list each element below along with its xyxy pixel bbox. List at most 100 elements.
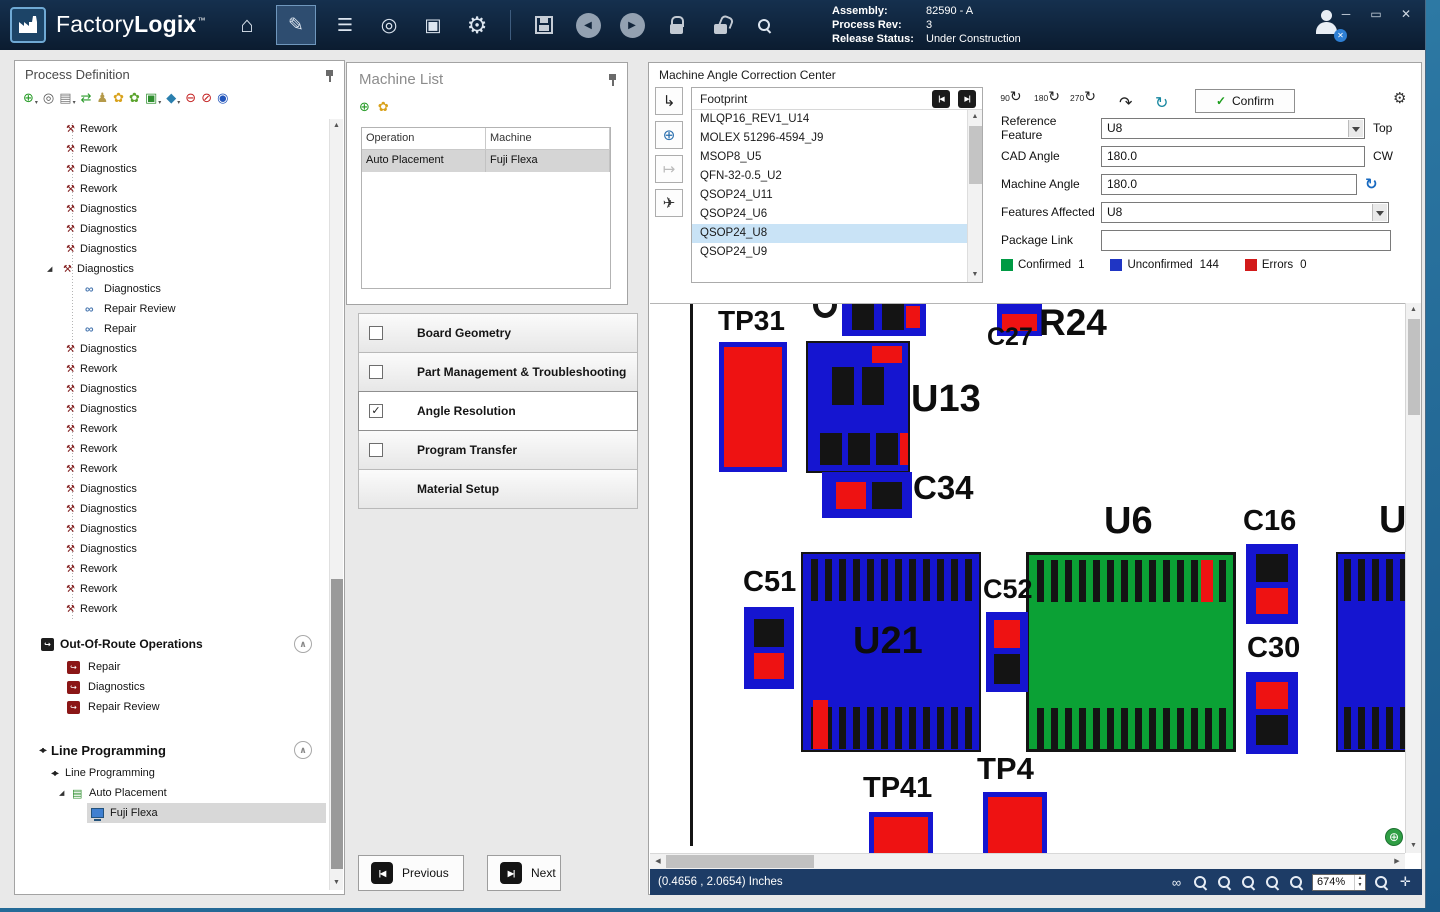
user-icon[interactable]: ♟ xyxy=(96,90,108,106)
tree-item-rework[interactable]: ⚒Rework xyxy=(19,559,326,579)
process-scrollbar[interactable]: ▲ ▼ xyxy=(329,119,343,890)
features-affected-select[interactable]: U8 xyxy=(1101,202,1389,223)
tree-item-diagnostics[interactable]: ⚒Diagnostics xyxy=(19,399,326,419)
tree-item-auto-placement[interactable]: ◢▤Auto Placement xyxy=(19,783,326,803)
first-footprint-button[interactable]: |◀ xyxy=(932,90,950,108)
documents-icon[interactable]: ▣ xyxy=(418,7,448,43)
refresh-icon[interactable]: ↻ xyxy=(1365,175,1378,193)
scroll-up-icon[interactable]: ▲ xyxy=(330,119,343,133)
tree-item-diagnostics[interactable]: ↪Diagnostics xyxy=(19,677,326,697)
step-material-setup[interactable]: Material Setup xyxy=(358,469,638,509)
machine-settings-icon[interactable]: ✿ xyxy=(378,99,389,115)
minimize-button[interactable]: ─ xyxy=(1331,2,1361,26)
reference-feature-select[interactable]: U8 xyxy=(1101,118,1365,139)
checkbox[interactable]: ✓ xyxy=(369,404,383,418)
tree-item-diagnostics[interactable]: ⚒Diagnostics xyxy=(19,199,326,219)
tree-item-repair[interactable]: ↪Repair xyxy=(19,657,326,677)
tree-item-repair-review[interactable]: ∞Repair Review xyxy=(19,299,326,319)
home-icon[interactable]: ⌂ xyxy=(232,7,262,43)
save-icon[interactable] xyxy=(529,7,559,43)
scroll-thumb[interactable] xyxy=(666,855,814,868)
step-part-management-troubleshooting[interactable]: Part Management & Troubleshooting xyxy=(358,352,638,392)
footprint-item[interactable]: MLQP16_REV1_U14 xyxy=(692,110,967,129)
scroll-thumb[interactable] xyxy=(331,579,343,869)
tree-item-diagnostics[interactable]: ⚒Diagnostics xyxy=(19,159,326,179)
close-button[interactable]: ✕ xyxy=(1391,2,1421,26)
zoom-previous-icon[interactable] xyxy=(1264,874,1281,891)
tree-item-rework[interactable]: ⚒Rework xyxy=(19,459,326,479)
inspect-icon[interactable] xyxy=(749,7,779,43)
tree-item-diagnostics[interactable]: ⚒Diagnostics xyxy=(19,479,326,499)
move-selection-icon[interactable]: ↦ xyxy=(655,155,683,183)
remove-icon[interactable]: ⊖ xyxy=(185,90,196,106)
zoom-selection-icon[interactable]: ⊕ xyxy=(655,121,683,149)
pan-icon[interactable]: ✛ xyxy=(1397,874,1414,891)
tree-item-diagnostics[interactable]: ⚒Diagnostics xyxy=(19,379,326,399)
maximize-button[interactable]: ▭ xyxy=(1361,2,1391,26)
tree-item-diagnostics[interactable]: ⚒Diagnostics xyxy=(19,539,326,559)
sync-icon[interactable]: ⇄ xyxy=(81,90,92,106)
table-row[interactable]: Auto PlacementFuji Flexa xyxy=(362,150,610,172)
previous-button[interactable]: |◀ Previous xyxy=(358,855,464,891)
tree-item-line-programming[interactable]: ◂▸Line Programming xyxy=(19,763,326,783)
undo-icon[interactable]: ◀ xyxy=(573,7,603,43)
tree-item-diagnostics[interactable]: ⚒Diagnostics xyxy=(19,219,326,239)
canvas-vertical-scrollbar[interactable]: ▲ ▼ xyxy=(1405,303,1421,853)
tree-item-rework[interactable]: ⚒Rework xyxy=(19,139,326,159)
footprint-item[interactable]: QSOP24_U9 xyxy=(692,243,967,262)
add-operation-icon[interactable]: ⊕▾ xyxy=(23,90,38,106)
scroll-thumb[interactable] xyxy=(969,126,982,184)
copy-icon[interactable]: ▣▾ xyxy=(145,90,161,106)
scroll-down-icon[interactable]: ▼ xyxy=(330,876,343,890)
tree-item-rework[interactable]: ⚒Rework xyxy=(19,599,326,619)
tree-item-repair-review[interactable]: ↪Repair Review xyxy=(19,697,326,717)
auto-rotate-icon[interactable]: ↻ xyxy=(1155,93,1168,113)
zoom-up-icon[interactable]: ▲ xyxy=(1355,875,1365,883)
tree-item-rework[interactable]: ⚒Rework xyxy=(19,579,326,599)
step-angle-resolution[interactable]: ✓Angle Resolution xyxy=(358,391,638,431)
link-route-icon[interactable]: ◎ xyxy=(43,90,54,106)
lock-icon[interactable] xyxy=(661,7,691,43)
tree-item-rework[interactable]: ⚒Rework xyxy=(19,419,326,439)
checkbox[interactable] xyxy=(369,326,383,340)
collapse-section-button[interactable]: ∧ xyxy=(294,635,312,653)
scroll-down-icon[interactable]: ▼ xyxy=(968,268,982,282)
expander-icon[interactable]: ◢ xyxy=(47,265,60,273)
last-footprint-button[interactable]: ▶| xyxy=(958,90,976,108)
pin-icon[interactable] xyxy=(608,73,617,87)
scroll-up-icon[interactable]: ▲ xyxy=(968,110,982,124)
footprint-scrollbar[interactable]: ▲ ▼ xyxy=(967,110,982,282)
machine-angle-input[interactable]: 180.0 xyxy=(1101,174,1357,195)
zoom-in-icon[interactable] xyxy=(1373,874,1390,891)
add-machine-icon[interactable]: ⊕ xyxy=(359,99,370,115)
tree-item-rework[interactable]: ⚒Rework xyxy=(19,119,326,139)
measure-link-icon[interactable]: ∞ xyxy=(1168,874,1185,891)
settings-gear-icon[interactable]: ⚙ xyxy=(462,7,492,43)
unlock-icon[interactable] xyxy=(705,7,735,43)
layer-globe-button[interactable]: ⊕ xyxy=(1385,828,1403,846)
rotate-arbitrary-icon[interactable]: ↷ xyxy=(1119,93,1132,113)
expander-icon[interactable]: ◢ xyxy=(59,789,72,797)
collapse-section-button[interactable]: ∧ xyxy=(294,741,312,759)
checkbox[interactable] xyxy=(369,365,383,379)
activity-flower-icon[interactable]: ✿ xyxy=(129,90,140,106)
scroll-down-icon[interactable]: ▼ xyxy=(1406,839,1421,853)
canvas-horizontal-scrollbar[interactable]: ◀ ▶ xyxy=(650,853,1405,869)
tree-item-diagnostics[interactable]: ⚒Diagnostics xyxy=(19,239,326,259)
scroll-up-icon[interactable]: ▲ xyxy=(1406,303,1421,317)
zoom-level-input[interactable]: 674% ▲ ▼ xyxy=(1312,874,1366,891)
checkbox[interactable] xyxy=(369,443,383,457)
pin-selection-icon[interactable]: ✈ xyxy=(655,189,683,217)
redo-icon[interactable]: ▶ xyxy=(617,7,647,43)
block-icon[interactable]: ⊘ xyxy=(201,90,212,106)
footprint-item[interactable]: MSOP8_U5 xyxy=(692,148,967,167)
rotate-selection-icon[interactable]: ↳ xyxy=(655,87,683,115)
footprint-item[interactable]: QSOP24_U11 xyxy=(692,186,967,205)
tree-item-rework[interactable]: ⚒Rework xyxy=(19,439,326,459)
options-gear-icon[interactable]: ⚙ xyxy=(1393,89,1406,107)
zoom-extents-icon[interactable] xyxy=(1240,874,1257,891)
zoom-selected-icon[interactable] xyxy=(1288,874,1305,891)
out-of-route-header[interactable]: ↪Out-Of-Route Operations∧ xyxy=(19,631,326,657)
tree-item-diagnostics[interactable]: ∞Diagnostics xyxy=(19,279,326,299)
zoom-down-icon[interactable]: ▼ xyxy=(1355,882,1365,890)
